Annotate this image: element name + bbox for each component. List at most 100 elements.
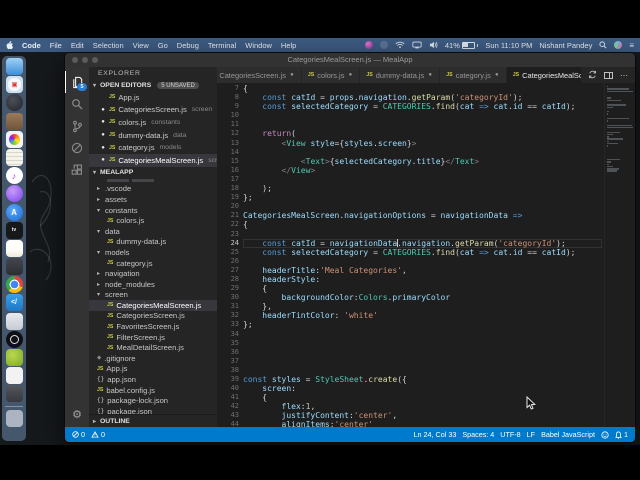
tree-file-categoriesmealscreen-js[interactable]: JS CategoriesMealScreen.js xyxy=(89,300,217,311)
tree-folder-screen[interactable]: ▾ screen xyxy=(89,290,217,301)
tree-folder-navigation[interactable]: ▸ navigation xyxy=(89,268,217,279)
notification-center-icon[interactable]: ≡ xyxy=(629,41,634,50)
menu-item-go[interactable]: Go xyxy=(158,41,168,50)
code-line[interactable]: { xyxy=(243,393,604,402)
obs-icon[interactable] xyxy=(5,330,23,348)
code-line[interactable] xyxy=(243,357,604,366)
code-line[interactable] xyxy=(243,366,604,375)
tree-folder-node-modules[interactable]: ▸ node_modules xyxy=(89,279,217,290)
tree-file-category-js[interactable]: JS category.js xyxy=(89,258,217,269)
explorer-icon[interactable]: 5 xyxy=(65,71,89,93)
menu-item-view[interactable]: View xyxy=(133,41,149,50)
code-line[interactable]: headerStyle: xyxy=(243,275,604,284)
code-line[interactable]: headerTintColor: 'white' xyxy=(243,311,604,320)
open-editor-item[interactable]: JS App.js xyxy=(89,91,217,104)
code-line[interactable] xyxy=(243,175,604,184)
code-line[interactable] xyxy=(243,120,604,129)
music-icon[interactable]: ♪ xyxy=(5,167,23,185)
tree-file-babel-config-js[interactable]: JS babel.config.js xyxy=(89,385,217,396)
source-control-icon[interactable] xyxy=(65,115,89,137)
extensions-icon[interactable] xyxy=(65,159,89,181)
status-app2-icon[interactable] xyxy=(379,41,388,49)
code-line[interactable]: }; xyxy=(243,320,604,329)
code-line[interactable]: CategoriesMealScreen.navigationOptions =… xyxy=(243,211,604,220)
split-editor-icon[interactable] xyxy=(604,71,613,79)
tab-categoriesscreen-js[interactable]: JSCategoriesScreen.js● xyxy=(204,67,302,83)
safari-icon[interactable]: ◈ xyxy=(5,76,23,94)
minimap[interactable] xyxy=(604,83,635,427)
apple-menu-icon[interactable] xyxy=(6,40,13,50)
tree-file-package-lock-json[interactable]: {} package-lock.json xyxy=(89,395,217,406)
code-line[interactable] xyxy=(243,230,604,239)
code-line[interactable] xyxy=(243,111,604,120)
textedit-icon[interactable] xyxy=(5,239,23,257)
contacts-icon[interactable] xyxy=(5,112,23,130)
status-app-icon[interactable] xyxy=(364,41,373,49)
tree-folder--vscode[interactable]: ▸ .vscode xyxy=(89,184,217,195)
code-editor[interactable]: 7 8 9 10 11 12 13 14 15 16 17 18 19 20 21 22 23 24 25 26 27 2… xyxy=(217,83,635,427)
tree-folder-models[interactable]: ▾ models xyxy=(89,247,217,258)
open-editor-item[interactable]: ● JS CategoriesScreen.js screen xyxy=(89,104,217,117)
language-mode[interactable]: Babel JavaScript xyxy=(541,430,595,439)
notes-icon[interactable] xyxy=(5,148,23,166)
tree-file-app-json[interactable]: {} app.json xyxy=(89,374,217,385)
encoding[interactable]: UTF-8 xyxy=(500,430,520,439)
apple-tv-icon[interactable]: tv xyxy=(5,221,23,239)
code-line[interactable]: const selectedCategory = CATEGORIES.find… xyxy=(243,102,604,111)
more-actions-icon[interactable]: ⋯ xyxy=(620,71,628,80)
tree-file-categoriesscreen-js[interactable]: JS CategoriesScreen.js xyxy=(89,311,217,322)
vscode-icon[interactable]: </ xyxy=(5,294,23,312)
tree-file-dummy-data-js[interactable]: JS dummy-data.js xyxy=(89,237,217,248)
tree-folder-constants[interactable]: ▾ constants xyxy=(89,205,217,216)
code-line[interactable]: return( xyxy=(243,129,604,138)
code-line[interactable]: }, xyxy=(243,302,604,311)
android-icon[interactable] xyxy=(5,349,23,366)
eol-sequence[interactable]: LF xyxy=(527,430,535,439)
code-line[interactable]: <Text>{selectedCategory.title}</Text> xyxy=(243,157,604,166)
code-pane[interactable]: { const catId = props.navigation.getPara… xyxy=(243,83,604,427)
code-line[interactable]: { xyxy=(243,84,604,93)
podcasts-icon[interactable] xyxy=(5,185,23,203)
tab-categoriesmealscreen-js[interactable]: JSCategoriesMealScreen.js● xyxy=(506,67,581,83)
menu-item-debug[interactable]: Debug xyxy=(177,41,199,50)
menu-item-window[interactable]: Window xyxy=(245,41,272,50)
code-line[interactable]: screen: xyxy=(243,384,604,393)
open-editors-header[interactable]: ▾ OPEN EDITORS 5 UNSAVED xyxy=(89,80,217,91)
errors-indicator[interactable]: 0 xyxy=(72,430,85,439)
menu-item-code[interactable]: Code xyxy=(22,41,41,50)
menu-item-help[interactable]: Help xyxy=(281,41,296,50)
outline-section-header[interactable]: ▸ OUTLINE xyxy=(89,414,217,427)
code-line[interactable]: const catId = navigationData.navigation.… xyxy=(243,239,604,248)
close-window-button[interactable] xyxy=(72,57,78,63)
menu-item-selection[interactable]: Selection xyxy=(93,41,124,50)
feedback-smiley-icon[interactable] xyxy=(601,430,609,439)
tree-file-favoritesscreen-js[interactable]: JS FavoritesScreen.js xyxy=(89,321,217,332)
minimize-window-button[interactable] xyxy=(82,57,88,63)
dark-app-icon[interactable] xyxy=(5,94,23,112)
code-line[interactable]: { xyxy=(243,220,604,229)
code-line[interactable] xyxy=(243,339,604,348)
indentation[interactable]: Spaces: 4 xyxy=(462,430,494,439)
search-icon[interactable] xyxy=(65,93,89,115)
debug-icon[interactable] xyxy=(65,137,89,159)
wifi-icon[interactable] xyxy=(395,41,405,49)
code-line[interactable]: { xyxy=(243,284,604,293)
code-line[interactable]: const selectedCategory = CATEGORIES.find… xyxy=(243,248,604,257)
menu-item-file[interactable]: File xyxy=(50,41,62,50)
settings-gear-icon[interactable]: ⚙ xyxy=(65,408,89,421)
menu-item-terminal[interactable]: Terminal xyxy=(208,41,236,50)
tree-file--gitignore[interactable]: ◆ .gitignore xyxy=(89,353,217,364)
menu-item-edit[interactable]: Edit xyxy=(71,41,84,50)
open-changes-icon[interactable] xyxy=(588,70,597,81)
code-line[interactable]: }; xyxy=(243,193,604,202)
tree-folder-data[interactable]: ▾ data xyxy=(89,226,217,237)
tree-folder-assets[interactable]: ▸ assets xyxy=(89,194,217,205)
menu-clock[interactable]: Sun 11:10 PM xyxy=(485,41,532,50)
code-line[interactable]: const styles = StyleSheet.create({ xyxy=(243,375,604,384)
tree-file-app-js[interactable]: JS App.js xyxy=(89,364,217,375)
tree-file-colors-js[interactable]: JS colors.js xyxy=(89,215,217,226)
open-editor-item[interactable]: ● JSCategoriesMealScreen.js screen xyxy=(89,153,217,167)
code-line[interactable]: justifyContent:'center', xyxy=(243,411,604,420)
siri-icon[interactable] xyxy=(614,41,623,49)
code-line[interactable] xyxy=(243,257,604,266)
